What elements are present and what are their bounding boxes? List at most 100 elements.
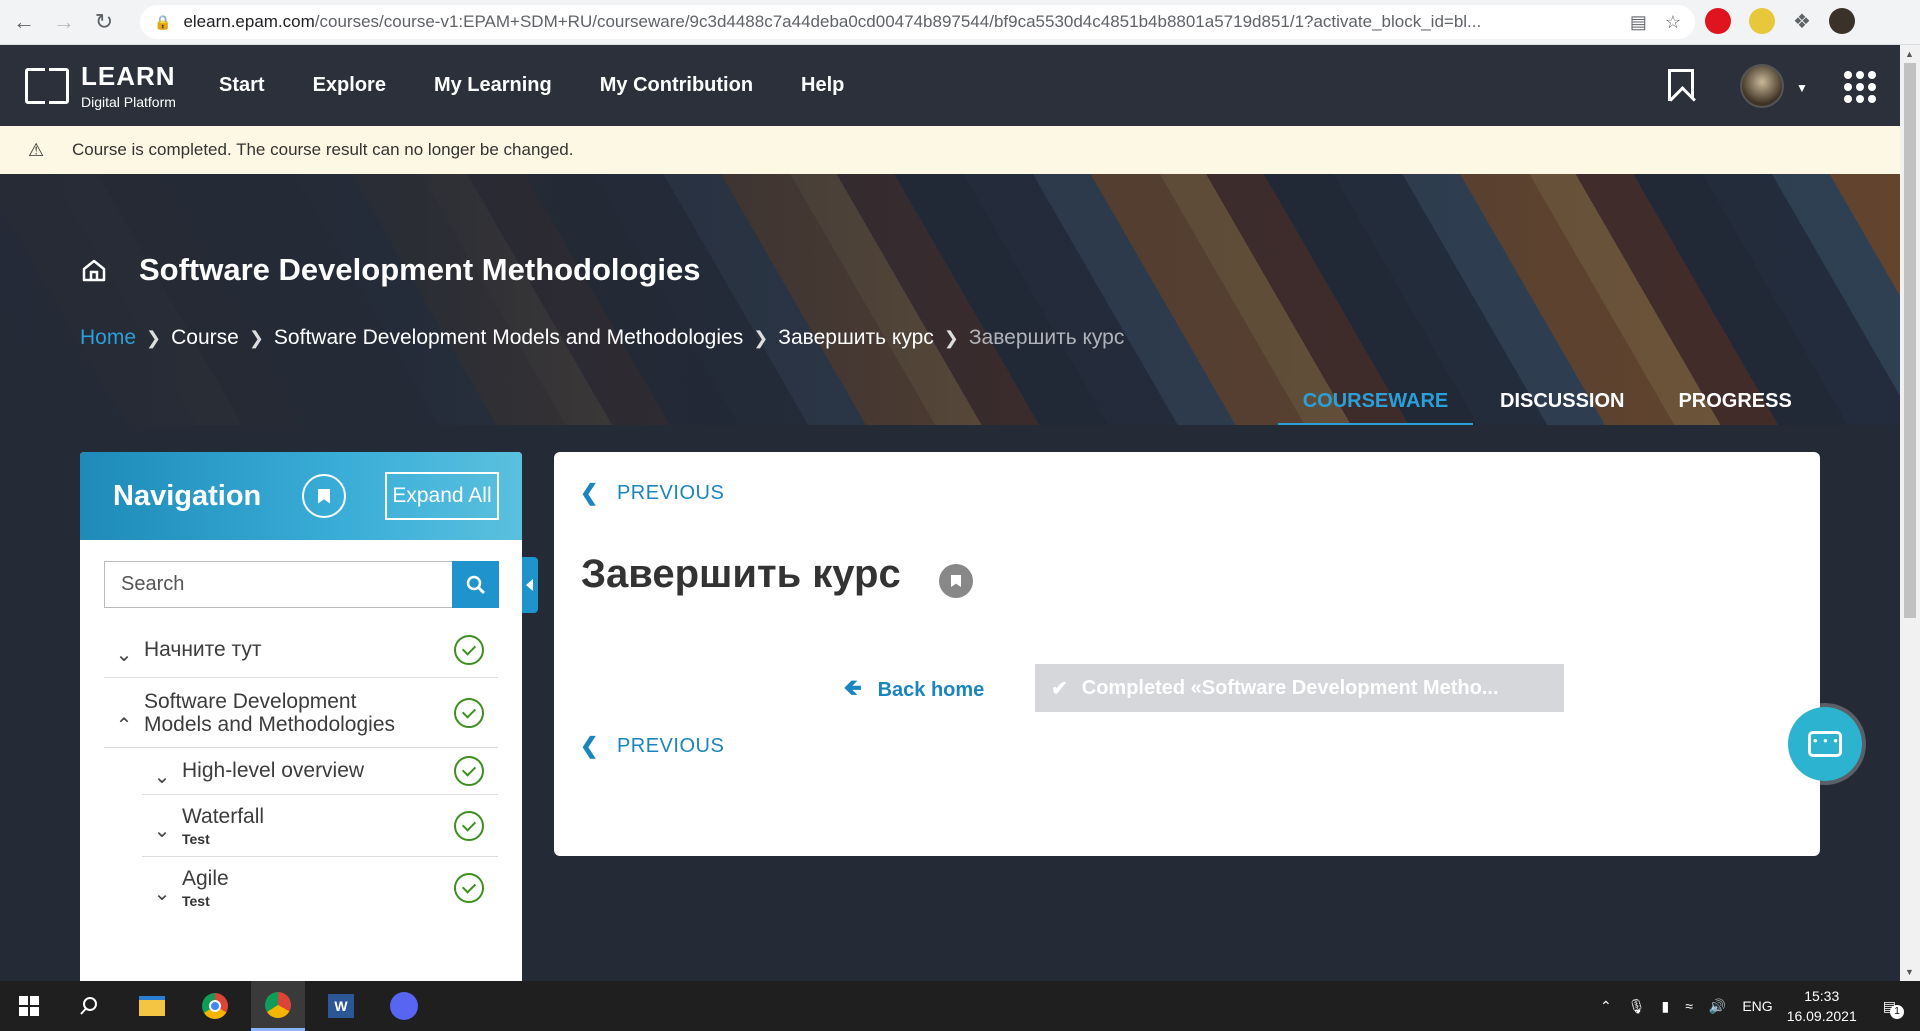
list-item-label: Waterfall xyxy=(182,804,265,828)
chevron-down-icon[interactable]: ⌄ xyxy=(142,818,182,843)
list-item[interactable]: ⌃ Software Development Models and Method… xyxy=(104,678,498,748)
navigation-title: Navigation xyxy=(113,479,262,512)
collapse-sidebar-button[interactable] xyxy=(522,557,538,613)
breadcrumb-home[interactable]: Home xyxy=(80,326,136,350)
check-circle-icon xyxy=(454,810,484,841)
logo[interactable]: LEARN Digital Platform xyxy=(25,63,176,109)
coin-extension-icon[interactable] xyxy=(1749,8,1775,34)
clock-date: 16.09.2021 xyxy=(1786,1008,1857,1024)
check-circle-icon xyxy=(454,756,484,786)
search-button[interactable] xyxy=(452,561,499,608)
nav-help[interactable]: Help xyxy=(801,74,844,97)
expand-all-button[interactable]: Expand All xyxy=(385,472,499,520)
search-bar: Search xyxy=(104,561,499,608)
chevron-down-icon[interactable]: ⌄ xyxy=(142,764,182,789)
home-icon[interactable] xyxy=(81,258,107,282)
bookmarks-icon[interactable] xyxy=(302,474,346,518)
chat-button[interactable] xyxy=(1788,707,1862,781)
list-item[interactable]: ⌄ Начните тут xyxy=(104,622,498,678)
wifi-icon[interactable]: ≈ xyxy=(1685,998,1693,1014)
profile-avatar[interactable] xyxy=(1828,8,1855,34)
warning-icon: ⚠ xyxy=(28,139,45,160)
chrome-icon[interactable] xyxy=(188,981,242,1031)
tab-progress[interactable]: PROGRESS xyxy=(1678,390,1791,425)
puzzle-icon[interactable]: ❖ xyxy=(1793,9,1811,34)
completed-button: ✔ Completed «Software Development Metho.… xyxy=(1035,664,1564,712)
unit-title: Завершить курс xyxy=(581,552,901,596)
chevron-down-icon[interactable]: ⌄ xyxy=(142,881,182,906)
list-item[interactable]: ⌄ Waterfall Test xyxy=(142,795,498,857)
banner-text: Course is completed. The course result c… xyxy=(72,140,574,159)
list-item[interactable]: ⌄ High-level overview xyxy=(142,748,498,795)
address-bar[interactable]: 🔒 elearn.epam.com /courses/course-v1:EPA… xyxy=(140,5,1695,39)
star-icon[interactable]: ☆ xyxy=(1665,12,1681,33)
search-icon[interactable] xyxy=(62,981,116,1031)
file-explorer-icon[interactable] xyxy=(125,981,179,1031)
scrollbar-thumb[interactable] xyxy=(1904,63,1916,618)
chevron-right-icon: ❯ xyxy=(753,327,769,348)
apps-grid-icon[interactable] xyxy=(1844,71,1876,103)
nav-my-learning[interactable]: My Learning xyxy=(434,74,552,97)
clock-time: 15:33 xyxy=(1804,988,1840,1004)
scroll-down-icon[interactable]: ▼ xyxy=(1905,967,1914,977)
nav-start[interactable]: Start xyxy=(219,74,265,97)
chevron-up-icon[interactable]: ⌃ xyxy=(1600,998,1612,1015)
page-scrollbar[interactable]: ▲ ▼ xyxy=(1900,45,1920,981)
volume-icon[interactable]: 🔊 xyxy=(1709,998,1726,1015)
unit-content: ❮ PREVIOUS Завершить курс 🡸 Back home ✔ … xyxy=(554,452,1820,856)
breadcrumb-section[interactable]: Software Development Models and Methodol… xyxy=(274,326,743,350)
book-icon xyxy=(25,68,69,104)
user-avatar[interactable] xyxy=(1740,64,1784,108)
windows-start-icon[interactable] xyxy=(2,981,56,1031)
back-home-button[interactable]: 🡸 Back home xyxy=(809,665,1019,715)
opera-extension-icon[interactable] xyxy=(1705,8,1731,34)
check-circle-icon xyxy=(454,697,484,728)
clock[interactable]: 15:33 16.09.2021 xyxy=(1787,986,1857,1026)
list-item-label: Software Development Models and Methodol… xyxy=(144,689,395,736)
list-item[interactable]: ⌄ Agile Test xyxy=(142,857,498,919)
tab-discussion[interactable]: DISCUSSION xyxy=(1500,390,1624,425)
previous-link-top[interactable]: ❮ PREVIOUS xyxy=(580,480,724,506)
completed-label: Completed «Software Development Metho... xyxy=(1081,676,1499,699)
list-item-label: Начните тут xyxy=(144,637,262,661)
notifications-icon[interactable]: ▤ 1 xyxy=(1883,998,1904,1019)
translate-icon[interactable]: ▤ xyxy=(1630,12,1647,33)
back-arrow-icon[interactable]: ← xyxy=(4,2,44,42)
forward-arrow-icon[interactable]: → xyxy=(44,2,84,42)
tab-courseware[interactable]: COURSEWARE xyxy=(1278,390,1473,425)
chevron-left-icon: ❮ xyxy=(580,480,599,505)
chevron-up-icon[interactable]: ⌃ xyxy=(104,713,144,738)
discord-icon[interactable] xyxy=(377,981,431,1031)
battery-icon[interactable]: ▮ xyxy=(1662,998,1670,1015)
chevron-down-icon[interactable]: ⌄ xyxy=(104,642,144,667)
language-indicator[interactable]: ENG xyxy=(1742,998,1772,1014)
word-icon[interactable]: W xyxy=(314,981,368,1031)
site-header: LEARN Digital Platform Start Explore My … xyxy=(0,45,1900,126)
bookmark-icon[interactable] xyxy=(1668,69,1694,101)
chrome-profile-icon[interactable] xyxy=(251,981,305,1031)
previous-link-bottom[interactable]: ❮ PREVIOUS xyxy=(580,733,724,759)
scroll-up-icon[interactable]: ▲ xyxy=(1905,49,1914,59)
breadcrumb-course[interactable]: Course xyxy=(171,326,239,350)
list-item-label: High-level overview xyxy=(182,759,365,782)
chevron-down-icon[interactable]: ▼ xyxy=(1796,81,1808,95)
navigation-header: Navigation Expand All xyxy=(80,452,522,540)
previous-label: PREVIOUS xyxy=(616,734,725,757)
list-item-subtitle: Test xyxy=(182,893,210,909)
reload-icon[interactable]: ↻ xyxy=(84,2,124,42)
windows-taskbar: W ⌃ 🎙 ▮ ≈ 🔊 ENG 15:33 16.09.2021 ▤ 1 xyxy=(0,981,1920,1031)
bookmark-icon[interactable] xyxy=(939,564,973,598)
search-input[interactable]: Search xyxy=(104,561,452,608)
nav-explore[interactable]: Explore xyxy=(313,74,386,97)
nav-my-contribution[interactable]: My Contribution xyxy=(600,74,753,97)
check-circle-icon xyxy=(454,634,484,665)
chevron-right-icon: ❯ xyxy=(146,327,162,348)
microphone-icon[interactable]: 🎙 xyxy=(1628,998,1646,1015)
notification-count: 1 xyxy=(1890,1004,1904,1019)
navigation-panel: Navigation Expand All Search ⌄ Начните т… xyxy=(80,452,522,982)
system-tray: ⌃ 🎙 ▮ ≈ 🔊 ENG 15:33 16.09.2021 ▤ 1 xyxy=(1600,981,1920,1031)
completion-banner: ⚠ Course is completed. The course result… xyxy=(0,126,1900,174)
breadcrumb-subsection[interactable]: Завершить курс xyxy=(778,326,933,350)
checkmark-icon: ✔ xyxy=(1051,677,1068,700)
course-tabs: COURSEWARE DISCUSSION PROGRESS xyxy=(1278,390,1846,425)
